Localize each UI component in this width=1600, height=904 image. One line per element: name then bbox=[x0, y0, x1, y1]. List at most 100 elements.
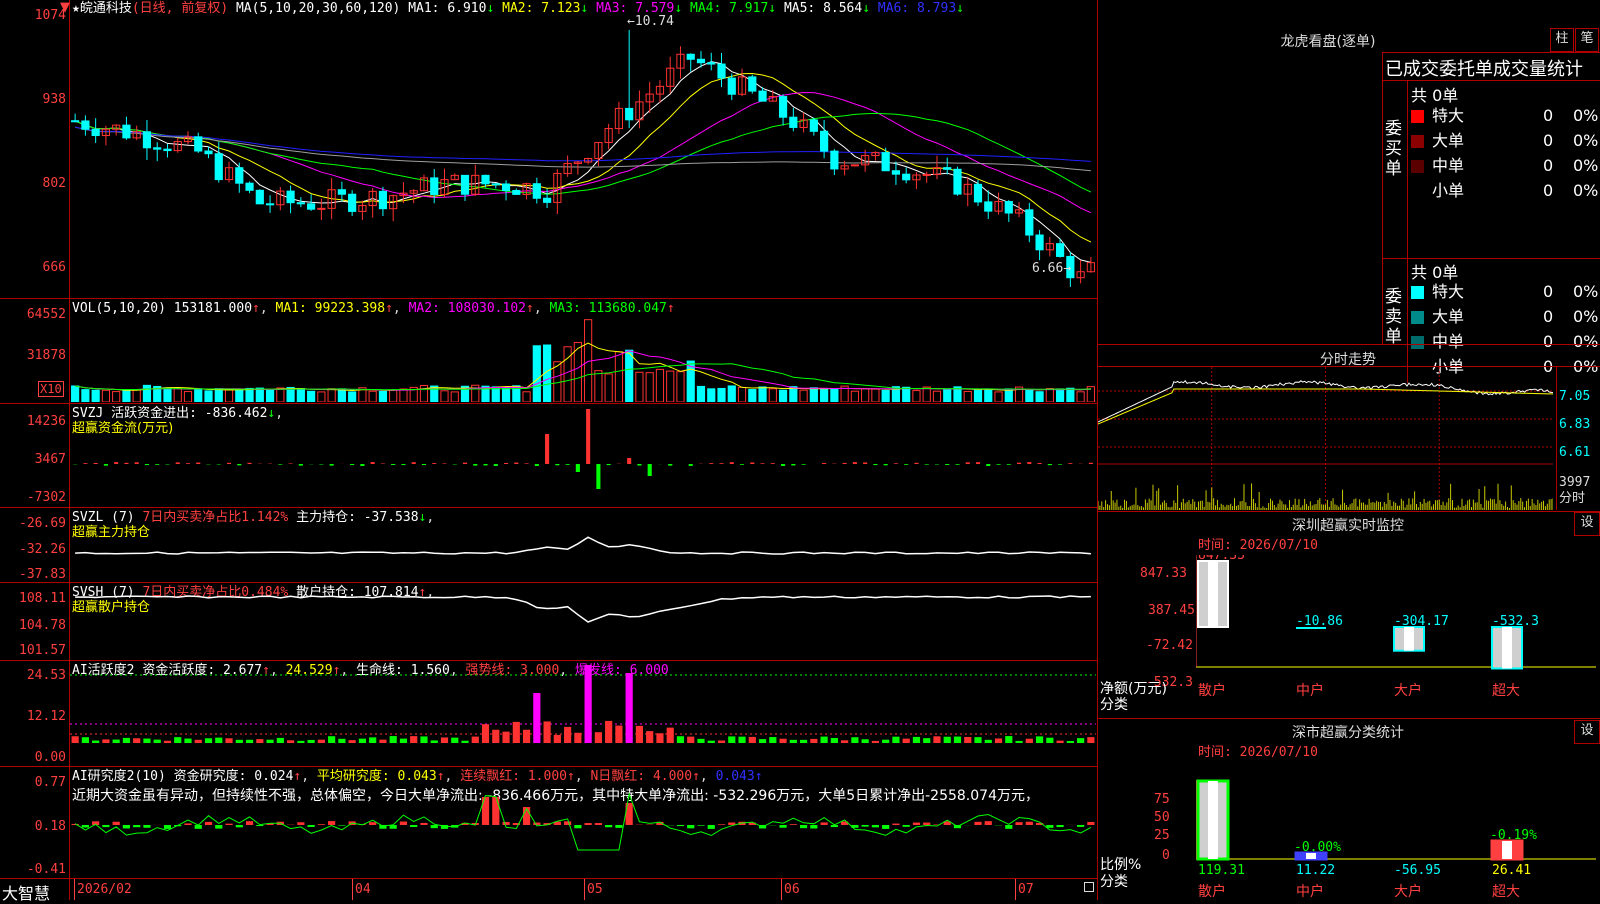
aihy-tick: 24.53 bbox=[27, 668, 66, 683]
volume-bar bbox=[133, 390, 140, 402]
ma4-label: MA4: bbox=[690, 1, 721, 16]
price-high-value: 10.74 bbox=[635, 14, 674, 29]
candle-body bbox=[718, 64, 725, 78]
aihy-bar bbox=[574, 733, 581, 743]
volume-ma-line-1 bbox=[75, 343, 1091, 390]
volume-bar bbox=[256, 388, 263, 402]
aiyj-bar bbox=[800, 825, 807, 828]
aihy-bar bbox=[502, 732, 509, 743]
volume-bar bbox=[831, 389, 838, 402]
aiyj-bar bbox=[1005, 825, 1012, 829]
aihy-bar bbox=[605, 721, 612, 743]
longhu-stroke-button[interactable]: 笔 bbox=[1575, 28, 1599, 52]
monitor-chart[interactable]: 847.33散户-10.86中户-304.17大户-532.3超大 bbox=[1196, 555, 1596, 715]
aihy-bar bbox=[646, 731, 653, 743]
classify-tick: 75 bbox=[1154, 792, 1170, 808]
aiyj-bar bbox=[574, 825, 581, 828]
price-axis-arrow: ▼ bbox=[60, 0, 70, 15]
candle-body bbox=[482, 175, 489, 183]
svzj-chart[interactable] bbox=[70, 404, 1096, 506]
volume-bar bbox=[123, 390, 130, 402]
monitor-tick: 387.45 bbox=[1148, 603, 1195, 619]
svzj-bar bbox=[371, 462, 375, 464]
candle-body bbox=[308, 204, 315, 209]
classify-settings-button[interactable]: 设 bbox=[1574, 720, 1600, 744]
vol-ma2: MA2: 108030.102 bbox=[409, 301, 526, 316]
longhu-row-volume: 0 bbox=[1543, 305, 1553, 329]
candle-body bbox=[1056, 244, 1063, 257]
candle-body bbox=[954, 169, 961, 194]
volume-bar bbox=[338, 389, 345, 402]
monitor-value-label: -532.3 bbox=[1492, 614, 1539, 629]
svzj-bar bbox=[925, 464, 929, 465]
svsh-tick: 108.11 bbox=[19, 591, 66, 606]
svzj-bar bbox=[247, 463, 251, 464]
aiyj-bar bbox=[102, 825, 109, 827]
volume-bar bbox=[92, 390, 99, 402]
candle-body bbox=[246, 183, 253, 190]
svzj-bar bbox=[730, 462, 734, 464]
candle-body bbox=[810, 120, 817, 131]
classify-title: 深市超赢分类统计 bbox=[1228, 722, 1468, 742]
candle-body bbox=[318, 208, 325, 209]
monitor-category-label: 大户 bbox=[1394, 682, 1422, 699]
aihy-bar bbox=[1026, 739, 1033, 743]
longhu-row-percent: 0% bbox=[1573, 104, 1598, 128]
svzl-chart[interactable] bbox=[70, 508, 1096, 582]
svzj-tick: 14236 bbox=[27, 414, 66, 429]
fenshi-tick: 7.05 bbox=[1559, 389, 1590, 405]
candle-body bbox=[821, 131, 828, 151]
main-chart-area[interactable]: 1074 938 802 666 ▼ ★皖通科技(日线, 前复权) MA(5,1… bbox=[0, 0, 1097, 900]
aihy-chart[interactable] bbox=[70, 661, 1096, 766]
aihy-bar bbox=[1087, 737, 1094, 743]
aihy-bar bbox=[318, 740, 325, 743]
monitor-settings-button[interactable]: 设 bbox=[1574, 512, 1600, 536]
fenshi-tick: 6.83 bbox=[1559, 417, 1590, 433]
aiyj-chart[interactable] bbox=[70, 767, 1096, 878]
stock-name[interactable]: 皖通科技 bbox=[80, 1, 132, 16]
ma6-label: MA6: bbox=[878, 1, 909, 16]
svsh-chart[interactable] bbox=[70, 583, 1096, 660]
aihy-bar bbox=[246, 740, 253, 743]
aiyj-bar bbox=[123, 825, 130, 828]
volume-bar bbox=[903, 387, 910, 402]
svzj-bar bbox=[596, 464, 600, 489]
aiyj-bar bbox=[790, 824, 797, 825]
candle-body bbox=[903, 174, 910, 180]
aihy-bar bbox=[872, 741, 879, 743]
aihy-bar bbox=[564, 727, 571, 743]
aihy-bar bbox=[379, 740, 386, 743]
volume-bar bbox=[718, 388, 725, 402]
aiyj-bar bbox=[595, 823, 602, 825]
longhu-bar-button[interactable]: 柱 bbox=[1550, 28, 1574, 52]
aiyj-bar bbox=[974, 822, 981, 825]
ma3-arrow: ↓ bbox=[674, 1, 682, 16]
ma-line-3 bbox=[75, 93, 1091, 213]
candlestick-chart[interactable] bbox=[70, 20, 1096, 297]
date-tick: 04 bbox=[355, 882, 371, 898]
svzj-axis: 14236 3467 -7302 bbox=[0, 404, 66, 507]
svzj-bar bbox=[719, 463, 723, 464]
aihy-bar bbox=[779, 739, 786, 743]
date-tick: 2026/02 bbox=[77, 882, 132, 898]
longhu-row-label: 小单 bbox=[1432, 181, 1464, 200]
period-mode[interactable]: (日线, 前复权) bbox=[132, 1, 228, 16]
intraday-chart[interactable] bbox=[1098, 367, 1553, 510]
price-tick: 666 bbox=[43, 260, 66, 275]
lock-icon[interactable] bbox=[1084, 882, 1094, 892]
candle-body bbox=[543, 198, 550, 202]
aihy-bar bbox=[1036, 736, 1043, 743]
volume-bar bbox=[451, 392, 458, 402]
volume-bar bbox=[913, 391, 920, 402]
volume-bar bbox=[225, 390, 232, 402]
aihy-bar bbox=[728, 736, 735, 743]
aiyj-bar bbox=[708, 825, 715, 829]
classify-chart[interactable]: 119.31散户-0.00%11.22中户-56.95大户-0.19%26.41… bbox=[1196, 760, 1596, 900]
volume-chart[interactable] bbox=[70, 318, 1096, 402]
svzj-bar bbox=[689, 464, 693, 466]
aihy-bar bbox=[72, 736, 79, 743]
svzj-bar bbox=[104, 464, 108, 466]
candle-body bbox=[123, 125, 130, 138]
aiyj-bar bbox=[779, 825, 786, 828]
aihy-bar bbox=[1015, 741, 1022, 743]
